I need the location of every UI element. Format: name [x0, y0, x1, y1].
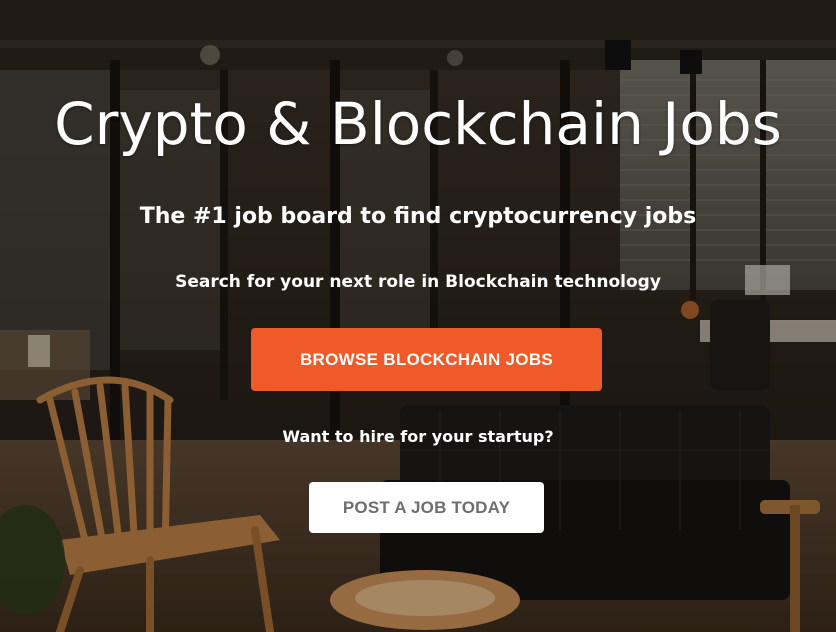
- hero-tagline: Search for your next role in Blockchain …: [175, 272, 661, 292]
- hero-subtitle: The #1 job board to find cryptocurrency …: [139, 204, 697, 229]
- hero-section: Crypto & Blockchain Jobs The #1 job boar…: [0, 0, 836, 632]
- page-title: Crypto & Blockchain Jobs: [54, 90, 782, 158]
- post-job-button[interactable]: POST A JOB TODAY: [309, 482, 544, 533]
- hire-prompt-text: Want to hire for your startup?: [282, 427, 554, 446]
- browse-jobs-button[interactable]: BROWSE BLOCKCHAIN JOBS: [251, 328, 602, 391]
